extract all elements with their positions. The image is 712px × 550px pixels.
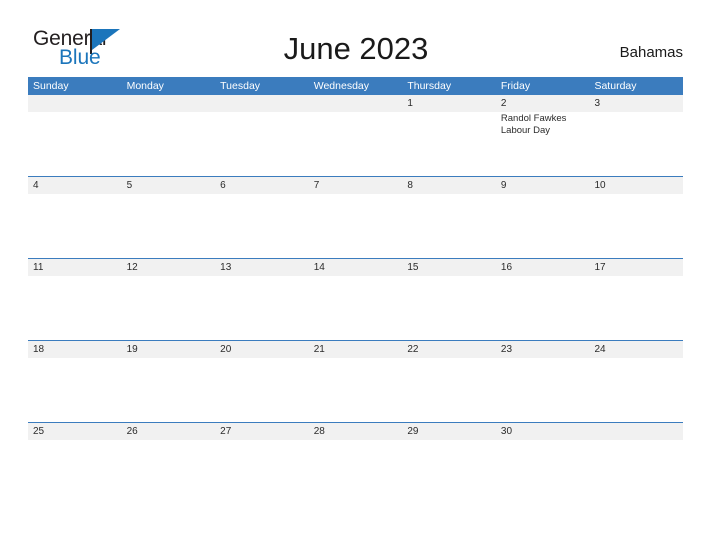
weekday-header-thursday: Thursday xyxy=(407,80,452,92)
day-cell[interactable] xyxy=(496,440,590,504)
day-cell[interactable] xyxy=(309,112,403,176)
day-number[interactable]: 11 xyxy=(28,259,122,276)
page-title: June 2023 xyxy=(283,31,429,66)
day-number[interactable]: 14 xyxy=(309,259,403,276)
weekday-header-row: Sunday Monday Tuesday Wednesday Thursday… xyxy=(28,77,683,95)
day-cell[interactable] xyxy=(122,440,216,504)
week-date-band: 18 19 20 21 22 23 24 xyxy=(28,341,683,358)
week-event-band xyxy=(28,358,683,422)
day-number[interactable]: 6 xyxy=(215,177,309,194)
day-number[interactable] xyxy=(122,95,216,112)
week-event-band xyxy=(28,440,683,504)
day-number[interactable]: 17 xyxy=(589,259,683,276)
day-number[interactable] xyxy=(28,95,122,112)
day-number[interactable]: 18 xyxy=(28,341,122,358)
week-event-band: Randol Fawkes Labour Day xyxy=(28,112,683,176)
day-number[interactable]: 12 xyxy=(122,259,216,276)
day-cell[interactable] xyxy=(402,194,496,258)
day-cell[interactable] xyxy=(122,194,216,258)
day-cell[interactable] xyxy=(589,112,683,176)
day-number[interactable]: 19 xyxy=(122,341,216,358)
day-cell[interactable] xyxy=(309,194,403,258)
day-cell[interactable] xyxy=(402,358,496,422)
day-cell[interactable] xyxy=(28,112,122,176)
day-cell[interactable] xyxy=(215,358,309,422)
day-cell[interactable] xyxy=(402,112,496,176)
day-cell[interactable] xyxy=(402,440,496,504)
calendar-week-row: 18 19 20 21 22 23 24 xyxy=(28,340,683,422)
week-date-band: 1 2 3 xyxy=(28,95,683,112)
day-cell[interactable] xyxy=(402,276,496,340)
day-cell[interactable] xyxy=(309,276,403,340)
day-number[interactable]: 24 xyxy=(589,341,683,358)
day-cell[interactable] xyxy=(215,440,309,504)
day-number[interactable]: 9 xyxy=(496,177,590,194)
calendar-week-row: 4 5 6 7 8 9 10 xyxy=(28,176,683,258)
day-cell[interactable] xyxy=(496,276,590,340)
day-cell[interactable] xyxy=(122,112,216,176)
day-cell[interactable] xyxy=(496,358,590,422)
day-number[interactable]: 26 xyxy=(122,423,216,440)
day-number[interactable]: 10 xyxy=(589,177,683,194)
weekday-header-wednesday: Wednesday xyxy=(313,80,369,92)
weekday-header-friday: Friday xyxy=(500,80,531,92)
day-cell[interactable] xyxy=(589,358,683,422)
weekday-header-tuesday: Tuesday xyxy=(220,80,261,92)
day-number[interactable]: 1 xyxy=(402,95,496,112)
day-number[interactable]: 3 xyxy=(589,95,683,112)
day-cell[interactable] xyxy=(589,194,683,258)
day-number[interactable]: 15 xyxy=(402,259,496,276)
page-header: General Blue June 2023 Bahamas xyxy=(0,0,712,68)
day-number[interactable] xyxy=(309,95,403,112)
day-number[interactable]: 2 xyxy=(496,95,590,112)
country-label: Bahamas xyxy=(619,44,683,61)
day-number[interactable]: 8 xyxy=(402,177,496,194)
day-number[interactable]: 20 xyxy=(215,341,309,358)
day-number[interactable] xyxy=(215,95,309,112)
day-number[interactable]: 22 xyxy=(402,341,496,358)
weekday-header-monday: Monday xyxy=(126,80,164,92)
day-cell[interactable] xyxy=(589,276,683,340)
calendar-week-row: 25 26 27 28 29 30 xyxy=(28,422,683,504)
day-cell[interactable] xyxy=(122,358,216,422)
day-cell[interactable] xyxy=(28,194,122,258)
day-number[interactable]: 13 xyxy=(215,259,309,276)
day-number[interactable]: 28 xyxy=(309,423,403,440)
event-label: Randol Fawkes Labour Day xyxy=(500,113,567,136)
day-number[interactable]: 7 xyxy=(309,177,403,194)
day-number[interactable]: 4 xyxy=(28,177,122,194)
day-cell[interactable] xyxy=(28,276,122,340)
week-event-band xyxy=(28,276,683,340)
week-date-band: 11 12 13 14 15 16 17 xyxy=(28,259,683,276)
day-cell[interactable] xyxy=(215,276,309,340)
calendar-grid: Sunday Monday Tuesday Wednesday Thursday… xyxy=(28,77,683,504)
calendar-week-row: 1 2 3 Randol Fawkes Labour Day xyxy=(28,95,683,176)
day-cell[interactable] xyxy=(215,194,309,258)
day-number[interactable]: 29 xyxy=(402,423,496,440)
day-cell[interactable] xyxy=(122,276,216,340)
day-cell[interactable] xyxy=(28,358,122,422)
day-number[interactable]: 23 xyxy=(496,341,590,358)
day-number[interactable]: 30 xyxy=(496,423,590,440)
week-date-band: 25 26 27 28 29 30 xyxy=(28,423,683,440)
calendar-week-row: 11 12 13 14 15 16 17 xyxy=(28,258,683,340)
day-cell[interactable] xyxy=(215,112,309,176)
day-number[interactable] xyxy=(589,423,683,440)
week-event-band xyxy=(28,194,683,258)
day-number[interactable]: 25 xyxy=(28,423,122,440)
day-number[interactable]: 21 xyxy=(309,341,403,358)
day-number[interactable]: 5 xyxy=(122,177,216,194)
day-cell[interactable] xyxy=(28,440,122,504)
day-cell[interactable]: Randol Fawkes Labour Day xyxy=(496,112,590,176)
day-cell[interactable] xyxy=(496,194,590,258)
day-cell[interactable] xyxy=(309,440,403,504)
day-cell[interactable] xyxy=(309,358,403,422)
day-cell[interactable] xyxy=(589,440,683,504)
weekday-header-saturday: Saturday xyxy=(594,80,637,92)
day-number[interactable]: 27 xyxy=(215,423,309,440)
weekday-header-sunday: Sunday xyxy=(33,80,69,92)
day-number[interactable]: 16 xyxy=(496,259,590,276)
week-date-band: 4 5 6 7 8 9 10 xyxy=(28,177,683,194)
